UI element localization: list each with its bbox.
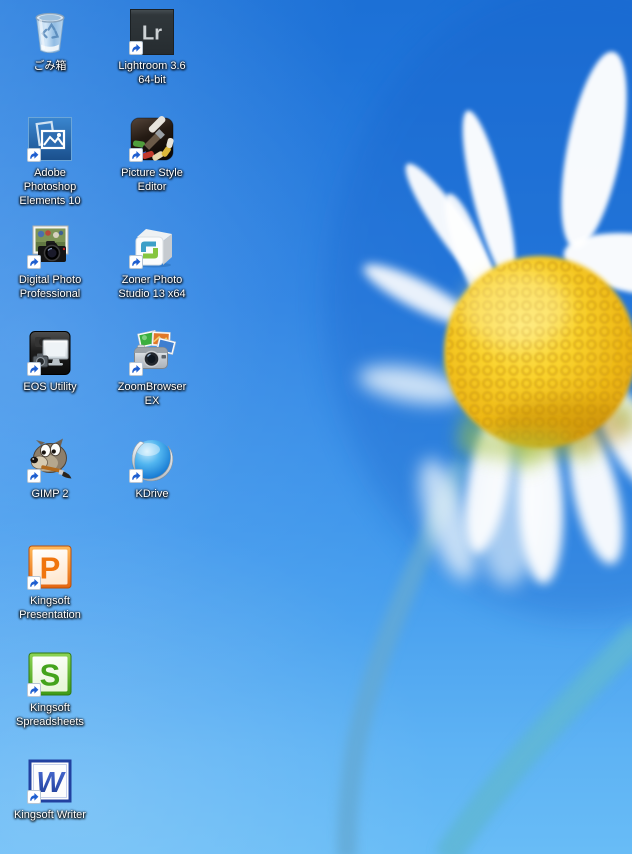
shortcut-arrow-icon xyxy=(27,148,41,162)
icon-label: KDrive xyxy=(135,488,169,500)
icon-label: Lightroom 3.6 64-bit xyxy=(118,60,186,86)
desktop-icon-zoner-photo-studio[interactable]: Zoner Photo Studio 13 x64 xyxy=(104,222,200,301)
icon-label: EOS Utility xyxy=(23,381,77,393)
shortcut-arrow-icon xyxy=(27,469,41,483)
icon-label: ZoomBrowser EX xyxy=(117,381,187,407)
kingsoft-writer-icon: W xyxy=(26,757,74,805)
kingsoft-presentation-icon: P xyxy=(26,543,74,591)
photoshop-elements-icon xyxy=(26,115,74,163)
icon-label: Kingsoft Writer xyxy=(14,809,86,821)
eos-utility-icon xyxy=(26,329,74,377)
desktop: ごみ箱 Lr Lightroom 3.6 64-bit Adobe Photos… xyxy=(0,0,632,854)
desktop-icon-digital-photo-professional[interactable]: Digital Photo Professional xyxy=(2,222,98,301)
zoombrowser-ex-icon xyxy=(128,329,176,377)
presentation-glyph: P xyxy=(40,551,61,586)
icon-label: Digital Photo Professional xyxy=(18,274,82,300)
shortcut-arrow-icon xyxy=(129,469,143,483)
icon-label: Kingsoft Spreadsheets xyxy=(16,702,84,728)
shortcut-arrow-icon xyxy=(27,362,41,376)
shortcut-arrow-icon xyxy=(27,790,41,804)
digital-photo-professional-icon xyxy=(26,222,74,270)
desktop-icon-gimp-2[interactable]: GIMP 2 xyxy=(2,436,98,501)
zoner-photo-studio-icon xyxy=(128,222,176,270)
kdrive-icon xyxy=(128,436,176,484)
desktop-icon-kdrive[interactable]: KDrive xyxy=(104,436,200,501)
gimp-icon xyxy=(26,436,74,484)
icon-label: ごみ箱 xyxy=(33,60,67,72)
icon-label: Zoner Photo Studio 13 x64 xyxy=(118,274,186,300)
shortcut-arrow-icon xyxy=(27,255,41,269)
desktop-icon-kingsoft-presentation[interactable]: P Kingsoft Presentation xyxy=(2,543,98,622)
desktop-icon-kingsoft-writer[interactable]: W Kingsoft Writer xyxy=(2,757,98,822)
desktop-icon-picture-style-editor[interactable]: Picture Style Editor xyxy=(104,115,200,194)
shortcut-arrow-icon xyxy=(129,362,143,376)
spreadsheets-glyph: S xyxy=(40,658,61,693)
desktop-icon-adobe-photoshop-elements-10[interactable]: Adobe Photoshop Elements 10 xyxy=(2,115,98,208)
icon-label: Kingsoft Presentation xyxy=(19,595,81,621)
shortcut-arrow-icon xyxy=(129,148,143,162)
desktop-icon-kingsoft-spreadsheets[interactable]: S Kingsoft Spreadsheets xyxy=(2,650,98,729)
desktop-icon-lightroom[interactable]: Lr Lightroom 3.6 64-bit xyxy=(104,8,200,87)
lightroom-icon: Lr xyxy=(128,8,176,56)
lightroom-glyph: Lr xyxy=(142,23,162,45)
icon-label: GIMP 2 xyxy=(31,488,69,500)
icon-label: Picture Style Editor xyxy=(121,167,183,193)
shortcut-arrow-icon xyxy=(129,41,143,55)
shortcut-arrow-icon xyxy=(27,576,41,590)
desktop-icon-recycle-bin[interactable]: ごみ箱 xyxy=(2,8,98,73)
desktop-icon-eos-utility[interactable]: EOS Utility xyxy=(2,329,98,394)
shortcut-arrow-icon xyxy=(27,683,41,697)
desktop-icon-zoombrowser-ex[interactable]: ZoomBrowser EX xyxy=(104,329,200,408)
recycle-bin-icon xyxy=(26,8,74,56)
shortcut-arrow-icon xyxy=(129,255,143,269)
kingsoft-spreadsheets-icon: S xyxy=(26,650,74,698)
icon-label: Adobe Photoshop Elements 10 xyxy=(19,167,81,207)
picture-style-editor-icon xyxy=(128,115,176,163)
